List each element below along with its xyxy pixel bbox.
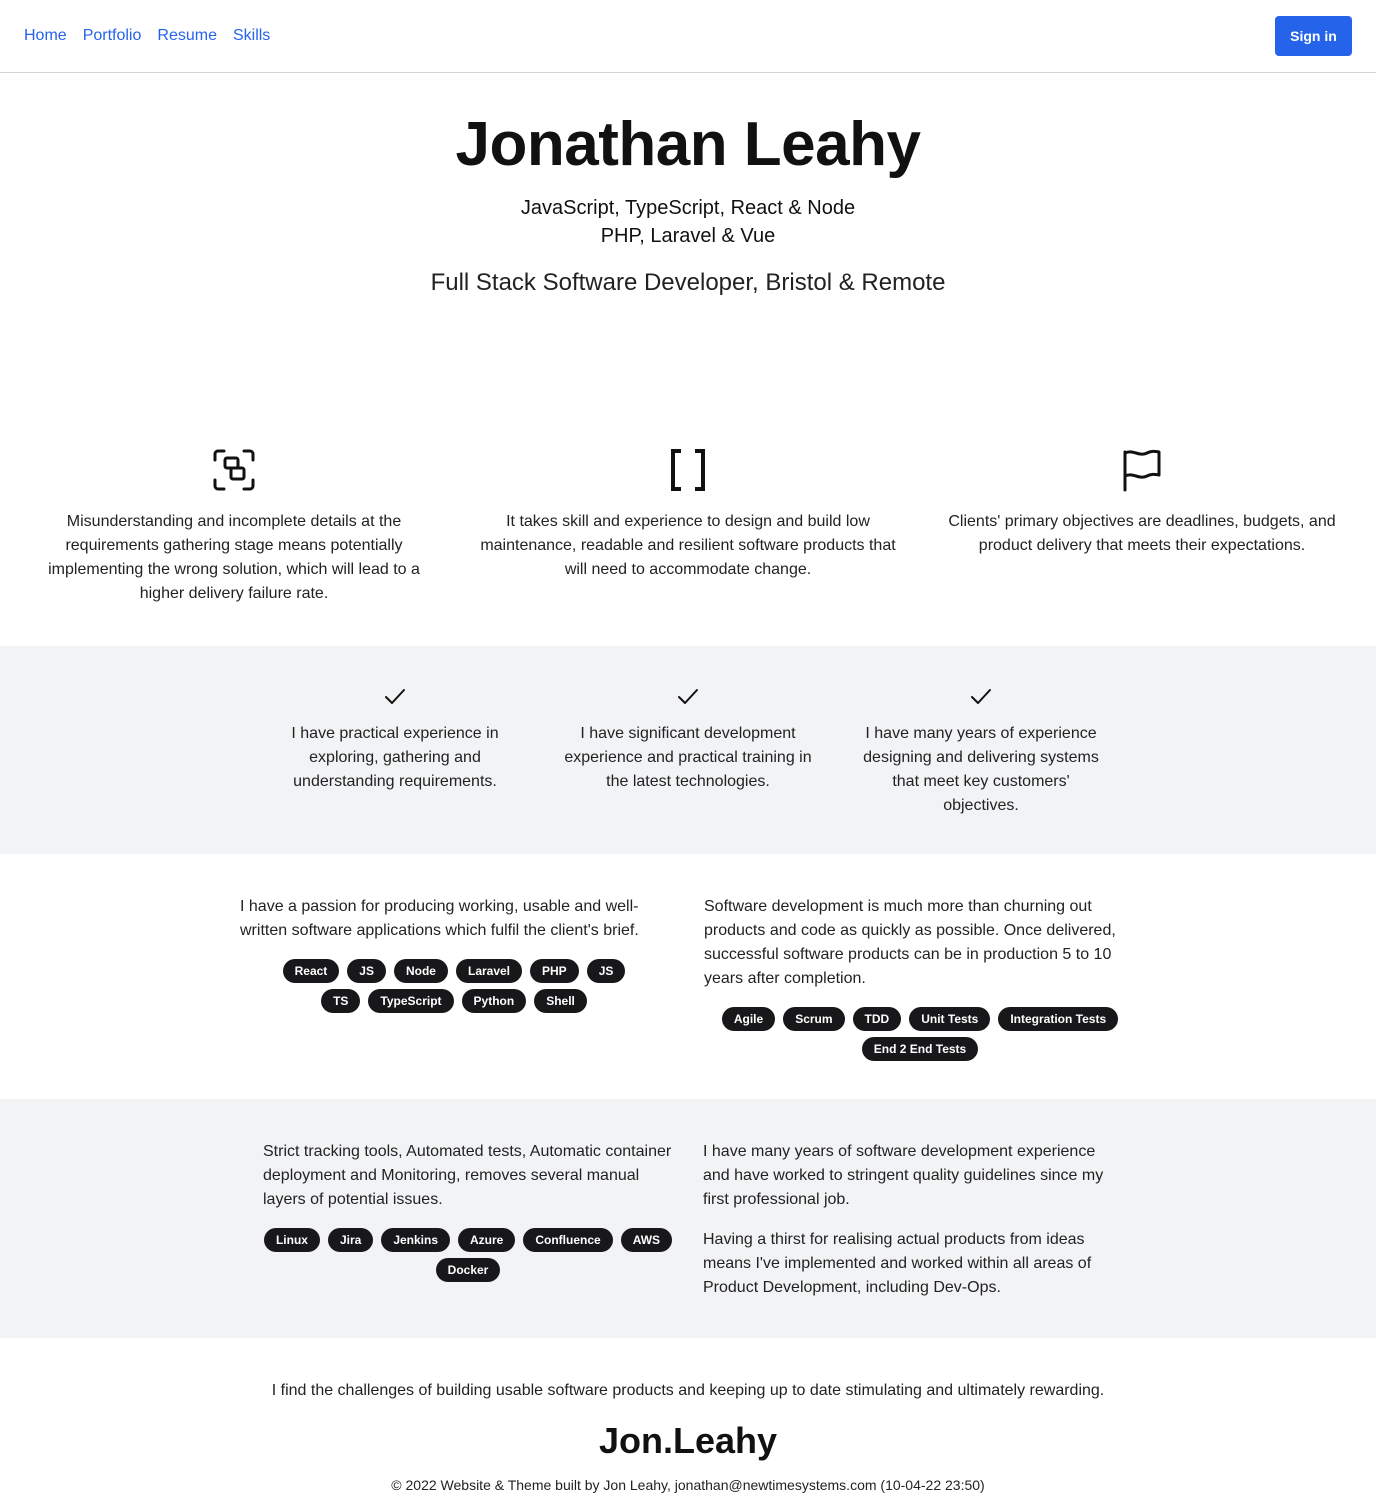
tag-laravel: Laravel — [455, 959, 523, 983]
check-item-development: I have significant development experienc… — [563, 686, 814, 854]
check-text: I have many years of experience designin… — [863, 725, 1099, 814]
method-tags: Agile Scrum TDD Unit Tests Integration T… — [704, 1007, 1136, 1061]
hero: Jonathan Leahy JavaScript, TypeScript, R… — [0, 73, 1376, 373]
check-icon — [385, 689, 405, 704]
tag-php: PHP — [530, 959, 579, 983]
skills-section-2-left: Strict tracking tools, Automated tests, … — [263, 1140, 673, 1338]
nav-links: Home Portfolio Resume Skills — [24, 26, 270, 46]
closing: I find the challenges of building usable… — [0, 1338, 1376, 1495]
tag-js: JS — [347, 959, 386, 983]
hero-role: Full Stack Software Developer, Bristol &… — [430, 269, 946, 296]
site-logo: Jon.Leahy — [598, 1420, 778, 1461]
feature-requirements-text: Misunderstanding and incomplete details … — [48, 513, 420, 602]
hero-stack-line1: JavaScript, TypeScript, React & Node — [520, 197, 856, 219]
skills-section-2: Strict tracking tools, Automated tests, … — [0, 1099, 1376, 1338]
skills-section-2-right: I have many years of software developmen… — [703, 1140, 1113, 1338]
nav-link-portfolio[interactable]: Portfolio — [83, 26, 142, 46]
tag-react: React — [282, 959, 340, 983]
tag-aws: AWS — [620, 1228, 673, 1252]
hero-name: Jonathan Leahy — [455, 110, 922, 179]
tag-jenkins: Jenkins — [381, 1228, 451, 1252]
feature-design: It takes skill and experience to design … — [478, 448, 898, 646]
tag-unit-tests: Unit Tests — [909, 1007, 991, 1031]
tag-azure: Azure — [458, 1228, 516, 1252]
footer-copyright: © 2022 Website & Theme built by Jon Leah… — [391, 1477, 985, 1493]
nav-link-home[interactable]: Home — [24, 26, 67, 46]
hero-stack-line2: PHP, Laravel & Vue — [600, 225, 776, 247]
features-row: Misunderstanding and incomplete details … — [0, 373, 1376, 646]
checks-band: I have practical experience in exploring… — [0, 646, 1376, 854]
tag-node: Node — [393, 959, 448, 983]
tag-agile: Agile — [721, 1007, 776, 1031]
development-text: Software development is much more than c… — [704, 898, 1116, 987]
flag-icon — [1123, 449, 1161, 492]
check-icon — [678, 689, 698, 704]
tag-ts: TS — [321, 989, 361, 1013]
tag-linux: Linux — [263, 1228, 320, 1252]
sign-in-button[interactable]: Sign in — [1275, 16, 1352, 56]
tag-shell: Shell — [534, 989, 587, 1013]
devops-tags: Linux Jira Jenkins Azure Confluence AWS … — [263, 1228, 673, 1282]
tag-docker: Docker — [435, 1258, 501, 1282]
tag-integration-tests: Integration Tests — [998, 1007, 1119, 1031]
feature-objectives: Clients' primary objectives are deadline… — [932, 448, 1352, 646]
product-development-text: Having a thirst for realising actual pro… — [703, 1231, 1092, 1296]
tag-python: Python — [461, 989, 527, 1013]
tag-typescript: TypeScript — [368, 989, 454, 1013]
requirements-icon — [213, 449, 255, 491]
check-text: I have significant development experienc… — [564, 725, 812, 790]
tech-tags: React JS Node Laravel PHP JS TS TypeScri… — [240, 959, 668, 1013]
check-icon — [971, 689, 991, 704]
tag-tdd: TDD — [852, 1007, 902, 1031]
feature-objectives-text: Clients' primary objectives are deadline… — [948, 513, 1336, 554]
tag-confluence: Confluence — [523, 1228, 613, 1252]
top-nav: Home Portfolio Resume Skills Sign in — [0, 0, 1376, 73]
check-item-delivery: I have many years of experience designin… — [856, 686, 1107, 854]
check-text: I have practical experience in exploring… — [291, 725, 499, 790]
tooling-text: Strict tracking tools, Automated tests, … — [263, 1143, 672, 1208]
experience-text: I have many years of software developmen… — [703, 1143, 1104, 1208]
tag-jira: Jira — [327, 1228, 374, 1252]
closing-statement: I find the challenges of building usable… — [271, 1382, 1105, 1399]
skills-section-1-right: Software development is much more than c… — [704, 895, 1136, 1099]
tag-js: JS — [586, 959, 626, 983]
nav-link-skills[interactable]: Skills — [233, 26, 270, 46]
check-item-requirements: I have practical experience in exploring… — [270, 686, 521, 854]
skills-section-1: I have a passion for producing working, … — [0, 854, 1376, 1099]
hero-stack: JavaScript, TypeScript, React & Node PHP… — [0, 194, 1376, 250]
feature-requirements: Misunderstanding and incomplete details … — [24, 448, 444, 646]
brackets-icon — [671, 449, 705, 491]
skills-section-1-left: I have a passion for producing working, … — [240, 895, 668, 1099]
passion-text: I have a passion for producing working, … — [240, 898, 639, 939]
tag-end-2-end-tests: End 2 End Tests — [861, 1037, 979, 1061]
nav-link-resume[interactable]: Resume — [157, 26, 217, 46]
tag-scrum: Scrum — [783, 1007, 845, 1031]
feature-design-text: It takes skill and experience to design … — [480, 513, 896, 578]
